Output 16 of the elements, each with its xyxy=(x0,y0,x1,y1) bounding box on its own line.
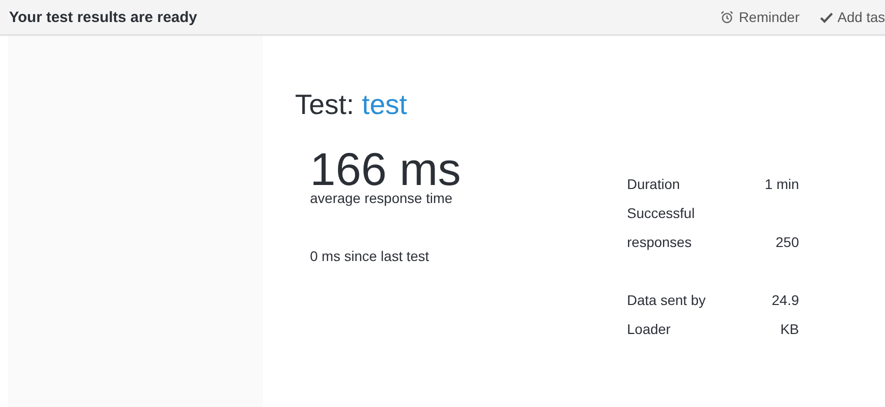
checkmark-icon xyxy=(820,12,833,22)
test-title: Test: test xyxy=(295,88,408,122)
average-response-value: 166 ms xyxy=(310,146,462,192)
stat-label: Successful responses xyxy=(627,204,696,252)
stat-label: Duration xyxy=(627,175,681,194)
stat-label: Data sent by Loader xyxy=(627,291,707,339)
since-last-test-text: 0 ms since last test xyxy=(310,248,430,264)
stat-value: 24.9 KB xyxy=(770,291,799,339)
stat-value: 250 xyxy=(774,233,799,252)
average-response-caption: average response time xyxy=(310,190,454,206)
test-link[interactable]: test xyxy=(362,89,408,120)
reminder-link[interactable]: Reminder xyxy=(720,9,800,25)
alarm-clock-icon xyxy=(720,10,734,24)
stat-value: 1 min xyxy=(764,175,799,194)
bar-title: Your test results are ready xyxy=(9,8,198,26)
add-task-link[interactable]: Add tas xyxy=(820,9,885,25)
